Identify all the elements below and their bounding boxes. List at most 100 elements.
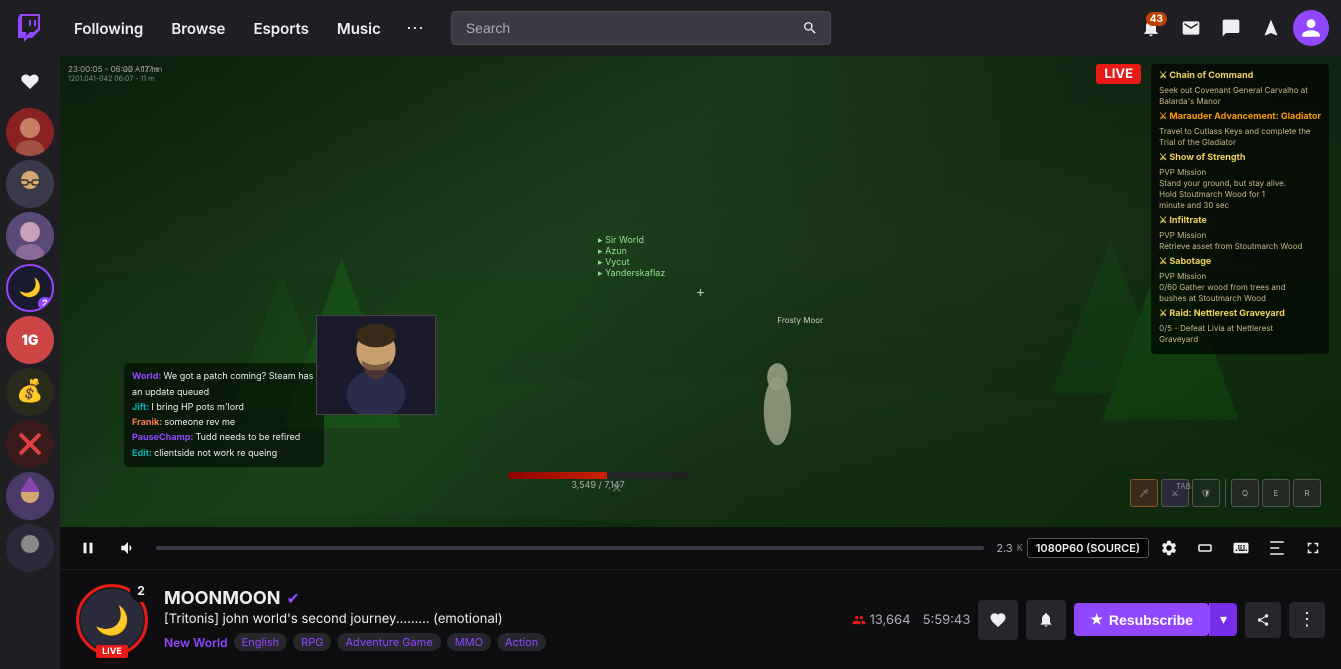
notifications-button[interactable]: 43 [1133,10,1169,46]
viewer-label: K [1017,543,1023,554]
player-tags: ▸ Sir World ▸ Azun ▸ Vycut ▸ Yanderskafl… [598,235,665,279]
share-button[interactable] [1245,602,1281,638]
svg-text:🌙: 🌙 [19,277,42,299]
viewer-count-small: 2.3 [996,541,1012,555]
health-bar-area: 3,549 / 7,147 [508,472,688,491]
star-icon: ★ [1090,611,1103,628]
resub-dropdown-button[interactable]: ▾ [1209,603,1237,636]
more-options-button[interactable]: ⋮ [1289,602,1325,638]
progress-bar[interactable] [156,546,984,550]
sidebar-item-3[interactable] [6,212,54,260]
channel-avatar-wrap: 🌙 2 LIVE [76,584,148,656]
nav-more-button[interactable]: ⋯ [399,12,431,44]
twitch-logo[interactable] [12,10,48,46]
quest-item-5: ⚔ Sabotage PVP Mission0/60 Gather wood f… [1159,256,1321,304]
sidebar: ♥ [0,56,60,669]
viewer-count-display: 13,664 [870,612,911,628]
sidebar-item-1[interactable] [6,108,54,156]
nav-browse[interactable]: Browse [161,13,235,44]
points-button[interactable] [1253,10,1289,46]
search-button[interactable] [791,11,831,45]
verified-icon: ✔ [286,588,299,608]
sidebar-item-moonmoon[interactable]: 🌙 2 [6,264,54,312]
skills-area: 🗡 ⚔ 🛡 Q E R [1130,479,1321,507]
heart-button[interactable] [978,600,1018,640]
nav-music[interactable]: Music [327,13,391,44]
chat-line-3: Franik: someone rev me [132,415,316,430]
quest-item-2: ⚔ Marauder Advancement: Gladiator Travel… [1159,111,1321,148]
pause-button[interactable] [72,532,104,564]
sidebar-heart-icon[interactable]: ♥ [12,64,48,100]
nav-following[interactable]: Following [64,13,153,44]
crosshair: + [696,283,705,300]
theater-mode-button[interactable] [1189,532,1221,564]
search-bar [451,11,831,45]
bell-button[interactable] [1026,600,1066,640]
close-overlay[interactable]: ✕ [611,480,623,497]
stream-game-tag[interactable]: New World [164,633,228,652]
tag-english[interactable]: English [234,633,288,651]
keyboard-shortcuts-button[interactable] [1225,532,1257,564]
quality-button[interactable]: 1080P60 (SOURCE) [1027,538,1149,558]
stream-tags: New World English RPG Adventure Game MMO… [164,633,836,652]
chat-button[interactable] [1213,10,1249,46]
tag-mmo[interactable]: MMO [447,633,491,651]
chat-line-2: Jift: I bring HP pots m'lord [132,400,316,415]
fullscreen-button[interactable] [1297,532,1329,564]
sidebar-item-2[interactable] [6,160,54,208]
skill-5[interactable]: E [1262,479,1290,507]
skill-1[interactable]: 🗡 [1130,479,1158,507]
channel-live-tag: LIVE [96,645,128,658]
video-background: ⚔ Chain of Command Seek out Covenant Gen… [60,56,1341,527]
sidebar-toggle-button[interactable] [1261,532,1293,564]
nav-icons: 43 [1133,10,1329,46]
video-controls: 2.3 K 1080P60 (SOURCE) [60,527,1341,569]
live-badge: LIVE [1096,64,1141,84]
skill-6[interactable]: R [1293,479,1321,507]
chat-line-4: PauseChamp: Tudd needs to be refired [132,430,316,445]
facecam [316,315,436,415]
sidebar-badge-moonmoon: 2 [38,297,52,310]
user-avatar[interactable] [1293,10,1329,46]
chat-line-1: World: We got a patch coming? Steam has … [132,369,316,400]
settings-button[interactable] [1153,532,1185,564]
sidebar-item-5[interactable]: 1G [6,316,54,364]
main-content: ♥ [0,56,1341,669]
volume-button[interactable] [112,532,144,564]
timestamp-hud: 23:00:05 - 06:22 At 17 m [68,64,162,74]
chat-overlay: World: We got a patch coming? Steam has … [124,363,324,467]
search-input[interactable] [451,11,831,45]
top-navigation: Following Browse Esports Music ⋯ 43 [0,0,1341,56]
quest-panel: ⚔ Chain of Command Seek out Covenant Gen… [1151,64,1329,354]
channel-num: 2 [130,580,152,602]
sidebar-item-8[interactable] [6,472,54,520]
stream-title: [Tritonis] john world's second journey..… [164,611,836,627]
tag-action[interactable]: Action [497,633,546,651]
sidebar-label-5: 1G [22,332,39,349]
controls-right: 2.3 K 1080P60 (SOURCE) [996,532,1329,564]
quest-item-4: ⚔ Infiltrate PVP MissionRetrieve asset f… [1159,215,1321,252]
stream-info: 🌙 2 LIVE MOONMOON ✔ [Tritonis] john worl… [60,569,1341,669]
sidebar-item-7[interactable] [6,420,54,468]
chat-line-5: Edit: clientside not work re queing [132,446,316,461]
skill-3[interactable]: 🛡 [1192,479,1220,507]
sidebar-item-9[interactable] [6,524,54,572]
quest-item-6: ⚔ Raid: Nettlerest Graveyard 0/5 - Defea… [1159,308,1321,345]
quest-item-3: ⚔ Show of Strength PVP MissionStand your… [1159,152,1321,211]
stream-details: MOONMOON ✔ [Tritonis] john world's secon… [164,588,836,652]
video-player[interactable]: ⚔ Chain of Command Seek out Covenant Gen… [60,56,1341,527]
tag-rpg[interactable]: RPG [293,633,331,651]
nav-esports[interactable]: Esports [243,13,318,44]
resub-button[interactable]: ★ Resubscribe [1074,603,1209,636]
resub-label: Resubscribe [1109,612,1193,628]
sidebar-item-6[interactable]: 💰 [6,368,54,416]
skills-divider [1225,479,1226,507]
channel-name[interactable]: MOONMOON [164,588,280,609]
skill-4[interactable]: Q [1231,479,1259,507]
inbox-button[interactable] [1173,10,1209,46]
quest-item-1: ⚔ Chain of Command Seek out Covenant Gen… [1159,70,1321,107]
map-indicator: TAB [1176,481,1191,491]
tag-adventure[interactable]: Adventure Game [337,633,440,651]
notification-badge: 43 [1146,12,1167,26]
viewer-stat: 13,664 [852,612,911,628]
